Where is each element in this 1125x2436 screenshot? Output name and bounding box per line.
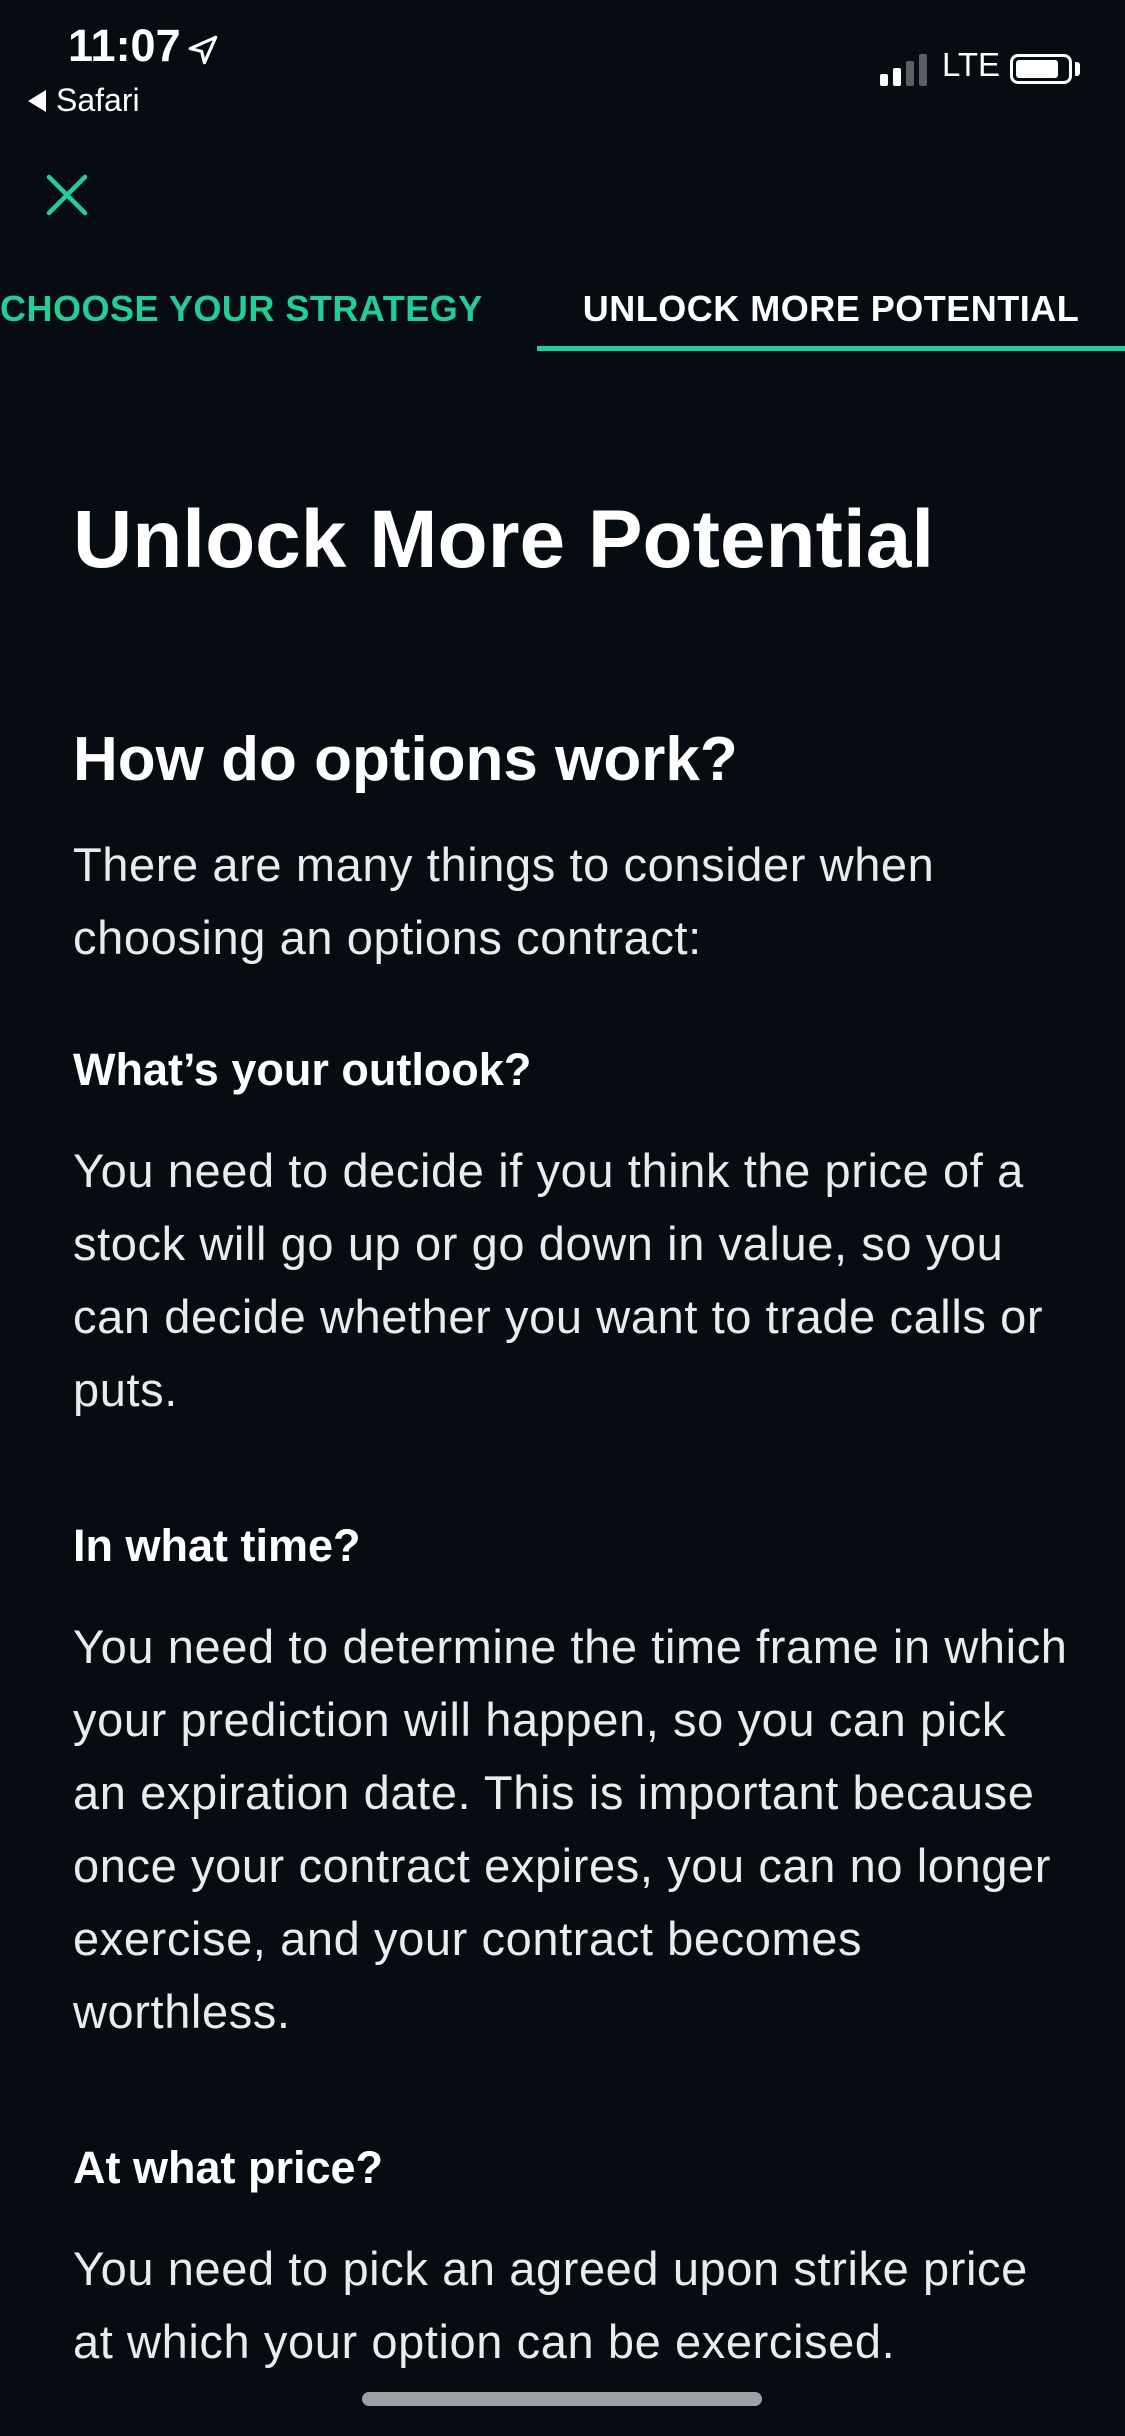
back-app-label: Safari — [56, 82, 140, 118]
battery-level — [1016, 60, 1058, 78]
signal-bars-icon — [880, 52, 927, 86]
time-paragraph: You need to determine the time frame in … — [73, 1620, 1068, 2038]
tab-choose-your-strategy[interactable]: CHOOSE YOUR STRATEGY — [0, 288, 483, 330]
back-arrow-icon — [28, 89, 46, 112]
outlook-heading: What’s your outlook? — [73, 1044, 532, 1095]
time-heading: In what time? — [73, 1520, 361, 1571]
outlook-paragraph: You need to decide if you think the pric… — [73, 1144, 1044, 1416]
page-title: Unlock More Potential — [73, 494, 935, 585]
price-heading: At what price? — [73, 2142, 384, 2193]
active-tab-indicator — [537, 346, 1125, 351]
battery-icon — [1010, 54, 1072, 84]
back-to-safari[interactable]: Safari — [28, 82, 140, 119]
close-icon[interactable] — [42, 170, 92, 220]
network-label: LTE — [942, 46, 1001, 83]
battery-nub — [1075, 62, 1080, 76]
location-arrow-icon — [188, 35, 218, 65]
home-indicator[interactable] — [362, 2392, 762, 2406]
intro-paragraph: There are many things to consider when c… — [73, 838, 935, 964]
section-heading: How do options work? — [73, 725, 738, 794]
article-content: Unlock More Potential How do options wor… — [73, 490, 1073, 2436]
tab-unlock-more-potential[interactable]: UNLOCK MORE POTENTIAL — [537, 288, 1125, 330]
price-paragraph: You need to pick an agreed upon strike p… — [73, 2242, 1028, 2368]
status-time: 11:07 — [68, 20, 181, 71]
